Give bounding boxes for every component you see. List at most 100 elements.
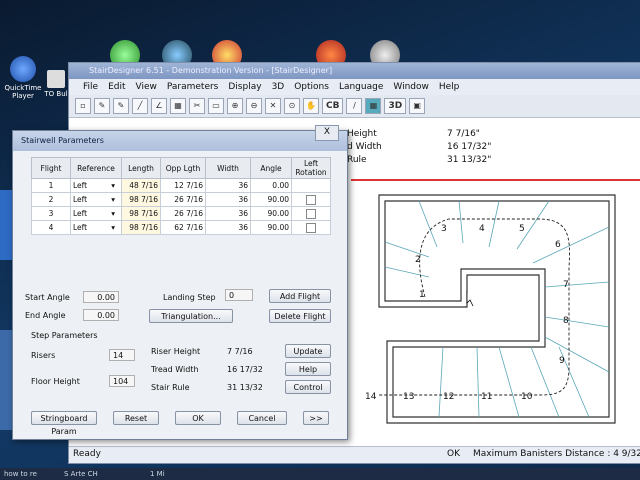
triangulation-button[interactable]: Triangulation...: [149, 309, 233, 323]
desktop-icon-to[interactable]: TO Bul: [44, 70, 68, 98]
document-icon: [47, 70, 65, 88]
menu-language[interactable]: Language: [339, 82, 383, 92]
hand-icon[interactable]: ✋: [303, 98, 319, 114]
chevron-down-icon: ▾: [111, 195, 115, 204]
opp-length-cell[interactable]: 26 7/16: [160, 206, 206, 221]
table-row[interactable]: 4 Left ▾ 98 7/16 62 7/16 36 90.00: [31, 220, 331, 235]
width-cell[interactable]: 36: [205, 206, 251, 221]
landing-step-input[interactable]: 0: [225, 289, 253, 301]
step-label: 5: [519, 224, 525, 234]
status-ready: Ready: [73, 449, 101, 459]
control-button[interactable]: Control: [285, 380, 331, 394]
menu-file[interactable]: File: [83, 82, 98, 92]
opp-length-cell[interactable]: 26 7/16: [160, 192, 206, 207]
taskbar-item[interactable]: how to re: [4, 468, 37, 480]
taskbar-item[interactable]: 1 Mi: [150, 468, 165, 480]
help-button[interactable]: Help: [285, 362, 331, 376]
chevron-down-icon: ▾: [111, 181, 115, 190]
menu-window[interactable]: Window: [393, 82, 429, 92]
new-icon[interactable]: ▫: [75, 98, 91, 114]
start-angle-input[interactable]: 0.00: [83, 291, 119, 303]
zoom-in-icon[interactable]: ⊕: [227, 98, 243, 114]
start-angle-label: Start Angle: [25, 293, 70, 302]
stair-rule-value: 31 13/32: [227, 383, 263, 392]
reference-select[interactable]: Left ▾: [70, 220, 122, 235]
delete-flight-button[interactable]: Delete Flight: [269, 309, 331, 323]
step-label: 9: [559, 356, 565, 366]
grid-icon[interactable]: ▦: [365, 98, 382, 114]
floor-height-label: Floor Height: [31, 377, 80, 386]
info-label: d Width: [347, 142, 382, 152]
desktop-icon-quicktime[interactable]: QuickTime Player: [2, 56, 44, 100]
table-row[interactable]: 2 Left ▾ 98 7/16 26 7/16 36 90.00: [31, 192, 331, 207]
angle-cell[interactable]: 90.00: [250, 220, 292, 235]
menu-help[interactable]: Help: [439, 82, 460, 92]
toolbar: ▫ ✎ ✎ ╱ ∠ ▦ ✂ ▭ ⊕ ⊖ ✕ ⊙ ✋ CB / ▦ 3D ▣: [69, 95, 640, 118]
floor-height-input[interactable]: 104: [109, 375, 135, 387]
reference-select[interactable]: Left ▾: [70, 192, 122, 207]
window-icon[interactable]: ▣: [409, 98, 426, 114]
chart-icon[interactable]: ▦: [170, 98, 186, 114]
table-row[interactable]: 1 Left ▾ 48 7/16 12 7/16 36 0.00: [31, 178, 331, 193]
menu-3d[interactable]: 3D: [272, 82, 285, 92]
expand-button[interactable]: >>: [303, 411, 329, 425]
table-row[interactable]: 3 Left ▾ 98 7/16 26 7/16 36 90.00: [31, 206, 331, 221]
3d-button[interactable]: 3D: [384, 98, 407, 114]
opp-length-cell[interactable]: 12 7/16: [160, 178, 206, 193]
cancel-button[interactable]: Cancel: [237, 411, 287, 425]
width-cell[interactable]: 36: [205, 178, 251, 193]
left-rotation-checkbox[interactable]: [306, 208, 316, 219]
angle-cell[interactable]: 90.00: [250, 206, 292, 221]
cb-button[interactable]: CB: [322, 98, 344, 114]
zoom-out-icon[interactable]: ⊖: [246, 98, 262, 114]
line-icon[interactable]: ╱: [132, 98, 148, 114]
risers-input[interactable]: 14: [109, 349, 135, 361]
step-label: 13: [403, 392, 414, 402]
end-angle-input[interactable]: 0.00: [83, 309, 119, 321]
reset-button[interactable]: Reset: [113, 411, 159, 425]
stair-plan-drawing[interactable]: 1 2 3 4 5 6 7 8 9 10 11 12 13 14: [359, 187, 640, 433]
close-button[interactable]: X: [315, 125, 339, 141]
info-label: Height: [347, 129, 377, 139]
menu-edit[interactable]: Edit: [108, 82, 125, 92]
cut-icon[interactable]: ✂: [189, 98, 205, 114]
angle-icon[interactable]: ∠: [151, 98, 167, 114]
menu-parameters[interactable]: Parameters: [167, 82, 219, 92]
menu-display[interactable]: Display: [228, 82, 261, 92]
info-value: 16 17/32": [447, 142, 492, 152]
fit-icon[interactable]: ✕: [265, 98, 281, 114]
length-cell[interactable]: 48 7/16: [121, 178, 161, 193]
left-rotation-checkbox[interactable]: [306, 194, 316, 205]
left-rotation-checkbox[interactable]: [306, 222, 316, 233]
stair-rule-label: Stair Rule: [151, 383, 190, 392]
pencil-icon-2[interactable]: ✎: [113, 98, 129, 114]
taskbar-item[interactable]: S Arte CH: [64, 468, 98, 480]
select-icon[interactable]: ▭: [208, 98, 224, 114]
reference-select[interactable]: Left ▾: [70, 178, 122, 193]
brush-icon[interactable]: /: [346, 98, 363, 114]
stairwell-parameters-dialog: Stairwell Parameters X Flight Reference …: [12, 125, 348, 440]
zoom-icon[interactable]: ⊙: [284, 98, 300, 114]
add-flight-button[interactable]: Add Flight: [269, 289, 331, 303]
menu-view[interactable]: View: [136, 82, 157, 92]
opp-length-cell[interactable]: 62 7/16: [160, 220, 206, 235]
ok-button[interactable]: OK: [175, 411, 221, 425]
angle-cell[interactable]: 90.00: [250, 192, 292, 207]
menu-options[interactable]: Options: [294, 82, 329, 92]
quicktime-icon: [10, 56, 36, 82]
info-label: Rule: [347, 155, 367, 165]
length-cell[interactable]: 98 7/16: [121, 206, 161, 221]
width-cell[interactable]: 36: [205, 192, 251, 207]
width-cell[interactable]: 36: [205, 220, 251, 235]
pencil-icon[interactable]: ✎: [94, 98, 110, 114]
angle-cell[interactable]: 0.00: [250, 178, 292, 193]
update-button[interactable]: Update: [285, 344, 331, 358]
length-cell[interactable]: 98 7/16: [121, 192, 161, 207]
stringboard-param-button[interactable]: Stringboard Param: [31, 411, 97, 436]
length-cell[interactable]: 98 7/16: [121, 220, 161, 235]
reference-select[interactable]: Left ▾: [70, 206, 122, 221]
left-rotation-cell: [291, 220, 331, 235]
step-label: 8: [563, 316, 569, 326]
step-label: 12: [443, 392, 454, 402]
flights-table: Flight Reference Length Opp Lgth Width A…: [31, 157, 331, 235]
